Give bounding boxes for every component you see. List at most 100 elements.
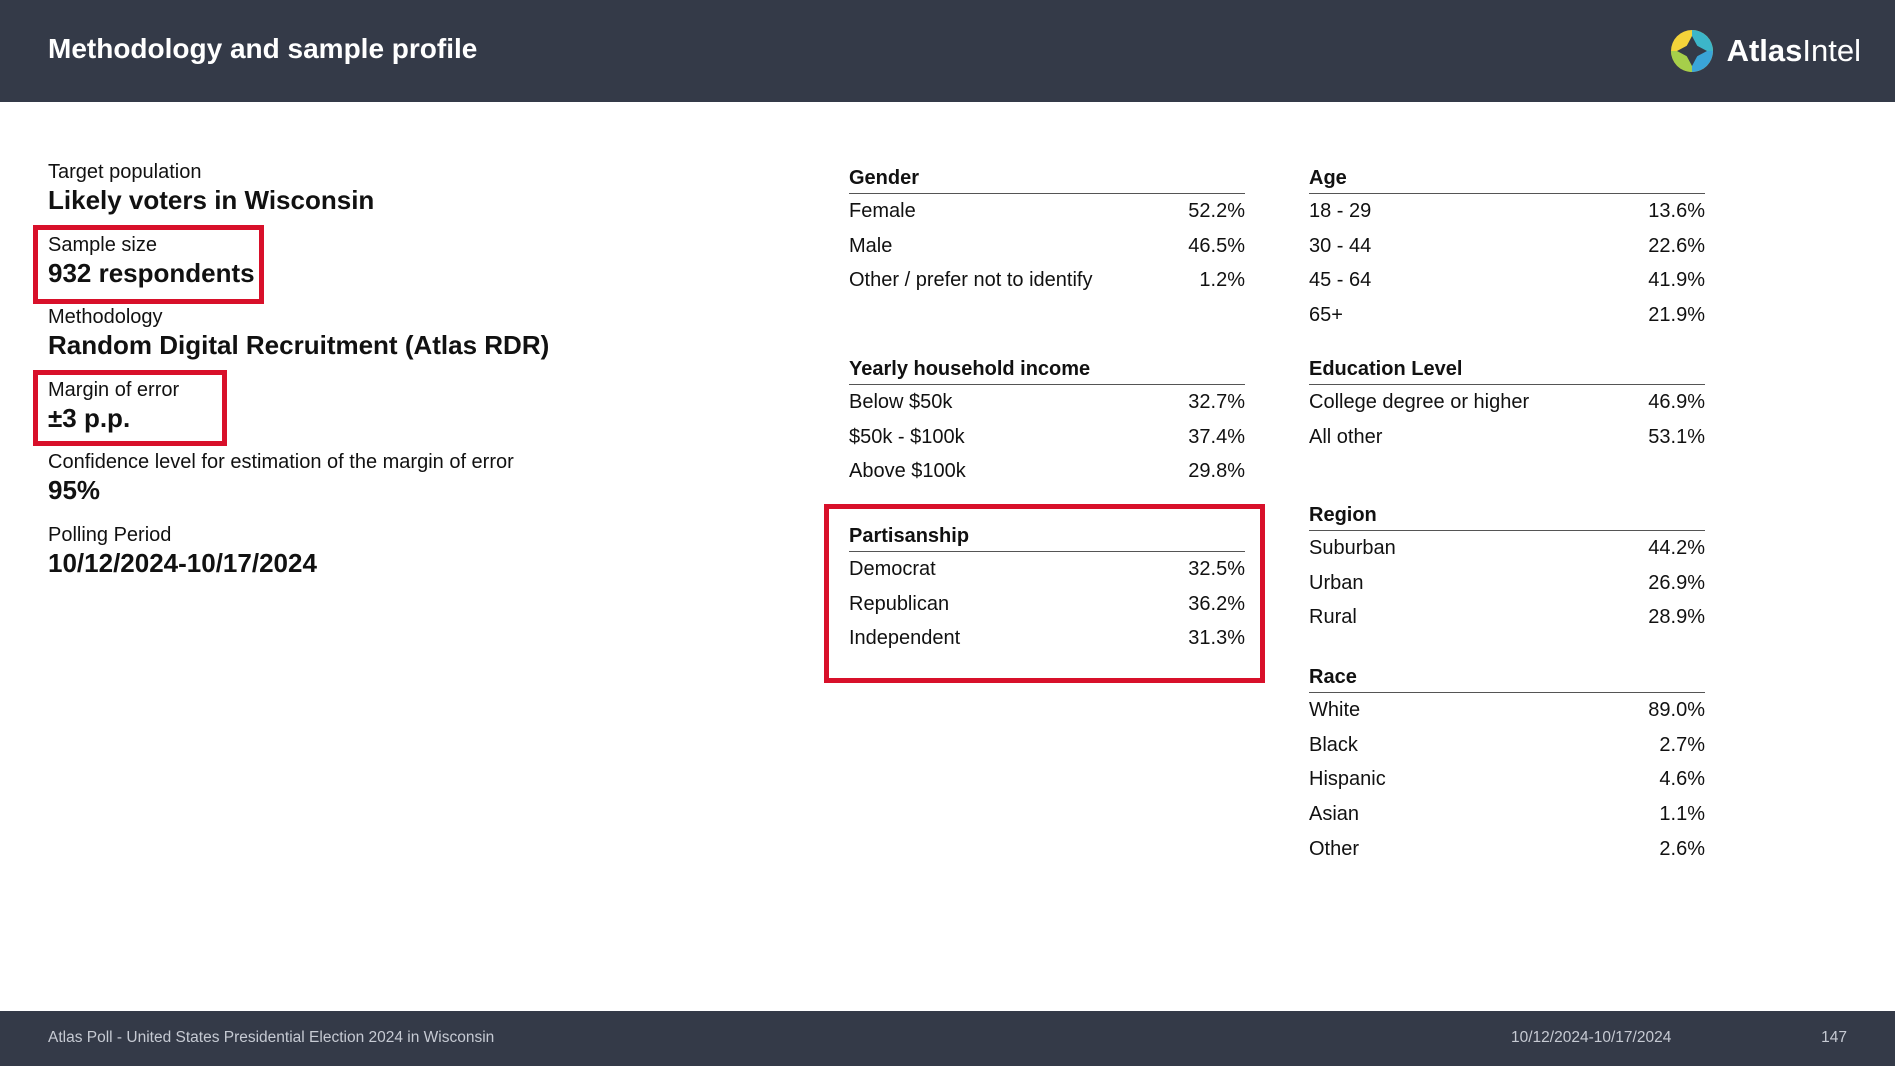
table-row: Male 46.5%: [849, 229, 1245, 264]
field-value: Likely voters in Wisconsin: [48, 185, 375, 215]
row-value: 89.0%: [1648, 699, 1705, 721]
row-label: Above $100k: [849, 460, 966, 483]
row-label: Asian: [1309, 803, 1360, 826]
table-title: Race: [1309, 662, 1705, 693]
atlas-logo-icon: [1670, 30, 1713, 72]
field-value: 95%: [48, 475, 101, 505]
table-row: Asian 1.1%: [1309, 797, 1705, 832]
row-label: 45 - 64: [1309, 269, 1372, 292]
field-label: Target population: [48, 161, 202, 183]
atlasintel-logo: AtlasIntel: [1669, 26, 1861, 76]
table-row: 18 - 29 13.6%: [1309, 194, 1705, 229]
row-value: 22.6%: [1648, 234, 1705, 257]
region-table: Region Suburban 44.2% Urban 26.9% Rural 28.…: [1309, 500, 1705, 635]
table-row: Female 52.2%: [849, 194, 1245, 229]
row-value: 4.6%: [1659, 768, 1705, 791]
field-label: Methodology: [48, 306, 163, 328]
table-row: White 89.0%: [1309, 693, 1705, 728]
row-label: Republican: [849, 592, 950, 615]
row-value: 1.2%: [1199, 269, 1245, 292]
row-value: 32.7%: [1188, 391, 1245, 413]
row-value: 1.1%: [1659, 803, 1705, 826]
row-value: 2.7%: [1659, 733, 1705, 756]
table-row: Black 2.7%: [1309, 728, 1705, 763]
table-row: Other / prefer not to identify 1.2%: [849, 263, 1245, 298]
row-value: 46.5%: [1188, 234, 1245, 257]
row-value: 32.5%: [1188, 558, 1245, 580]
field-value: 10/12/2024-10/17/2024: [48, 547, 317, 578]
row-label: Urban: [1309, 571, 1364, 594]
row-label: Democrat: [849, 558, 936, 580]
row-value: 28.9%: [1648, 606, 1705, 629]
partisanship-table: Partisanship Democrat 32.5% Republican 36.…: [849, 521, 1245, 656]
footer-bar: Atlas Poll - United States Presidential …: [0, 1011, 1895, 1066]
gender-table: Gender Female 52.2% Male 46.5% Other / pre…: [849, 163, 1245, 298]
table-title: Region: [1309, 500, 1705, 531]
footer-period: 10/12/2024-10/17/2024: [1511, 1029, 1672, 1046]
table-row: Suburban 44.2%: [1309, 531, 1705, 566]
row-value: 13.6%: [1648, 200, 1705, 222]
education-table: Education Level College degree or higher…: [1309, 354, 1705, 454]
footer-source: Atlas Poll - United States Presidential …: [48, 1029, 495, 1046]
table-row: Above $100k 29.8%: [849, 454, 1245, 489]
age-table: Age 18 - 29 13.6% 30 - 44 22.6% 45 - 64 41.…: [1309, 163, 1705, 333]
table-row: College degree or higher 46.9%: [1309, 385, 1705, 420]
row-label: Below $50k: [849, 391, 953, 413]
race-table: Race White 89.0% Black 2.7% Hispanic 4.6% A…: [1309, 662, 1705, 866]
row-label: All other: [1309, 425, 1383, 448]
field-label: Confidence level for estimation of the m…: [48, 451, 514, 473]
table-row: 30 - 44 22.6%: [1309, 229, 1705, 264]
table-row: All other 53.1%: [1309, 420, 1705, 455]
table-row: Democrat 32.5%: [849, 552, 1245, 587]
row-value: 31.3%: [1188, 627, 1245, 650]
table-title: Age: [1309, 163, 1705, 194]
field-label: Polling Period: [48, 523, 172, 546]
row-value: 26.9%: [1648, 571, 1705, 594]
table-row: Republican 36.2%: [849, 587, 1245, 622]
table-row: Below $50k 32.7%: [849, 385, 1245, 420]
row-value: 29.8%: [1188, 460, 1245, 483]
row-label: Male: [849, 234, 893, 257]
row-value: 36.2%: [1188, 592, 1245, 615]
field-value: Random Digital Recruitment (Atlas RDR): [48, 330, 550, 360]
page-number: 147: [1821, 1029, 1847, 1046]
row-label: Female: [849, 200, 916, 222]
row-label: 65+: [1309, 304, 1343, 327]
table-row: $50k - $100k 37.4%: [849, 420, 1245, 455]
row-label: College degree or higher: [1309, 391, 1530, 413]
row-value: 2.6%: [1659, 837, 1705, 860]
row-label: Black: [1309, 733, 1358, 756]
target-population: Target population Likely voters in Wisco…: [48, 160, 688, 233]
row-label: Other: [1309, 837, 1360, 860]
row-value: 52.2%: [1188, 200, 1245, 222]
row-label: Suburban: [1309, 537, 1396, 559]
table-row: Hispanic 4.6%: [1309, 762, 1705, 797]
table-title: Education Level: [1309, 354, 1705, 385]
row-value: 41.9%: [1648, 269, 1705, 292]
table-row: Urban 26.9%: [1309, 566, 1705, 601]
row-label: Rural: [1309, 606, 1357, 629]
table-title: Yearly household income: [849, 354, 1245, 385]
row-label: White: [1309, 699, 1361, 721]
table-row: 65+ 21.9%: [1309, 298, 1705, 333]
table-title: Partisanship: [849, 521, 1245, 552]
margin-of-error-highlight: [33, 370, 227, 446]
row-label: $50k - $100k: [849, 425, 965, 448]
row-label: 18 - 29: [1309, 200, 1372, 222]
polling-period: Polling Period 10/12/2024-10/17/2024: [48, 523, 688, 596]
table-row: Independent 31.3%: [849, 621, 1245, 656]
table-row: Other 2.6%: [1309, 832, 1705, 867]
confidence-level: Confidence level for estimation of the m…: [48, 450, 688, 523]
row-value: 53.1%: [1648, 425, 1705, 448]
income-table: Yearly household income Below $50k 32.7% …: [849, 354, 1245, 489]
row-label: Other / prefer not to identify: [849, 269, 1093, 292]
sample-size-highlight: [33, 225, 264, 304]
row-value: 46.9%: [1648, 391, 1705, 413]
header-bar: Methodology and sample profile AtlasInte…: [0, 0, 1895, 102]
row-value: 44.2%: [1648, 537, 1705, 559]
row-label: Hispanic: [1309, 768, 1386, 791]
methodology: Methodology Random Digital Recruitment (…: [48, 305, 688, 378]
brand-name-light: Intel: [1802, 33, 1861, 68]
row-label: 30 - 44: [1309, 234, 1372, 257]
table-row: Rural 28.9%: [1309, 600, 1705, 635]
